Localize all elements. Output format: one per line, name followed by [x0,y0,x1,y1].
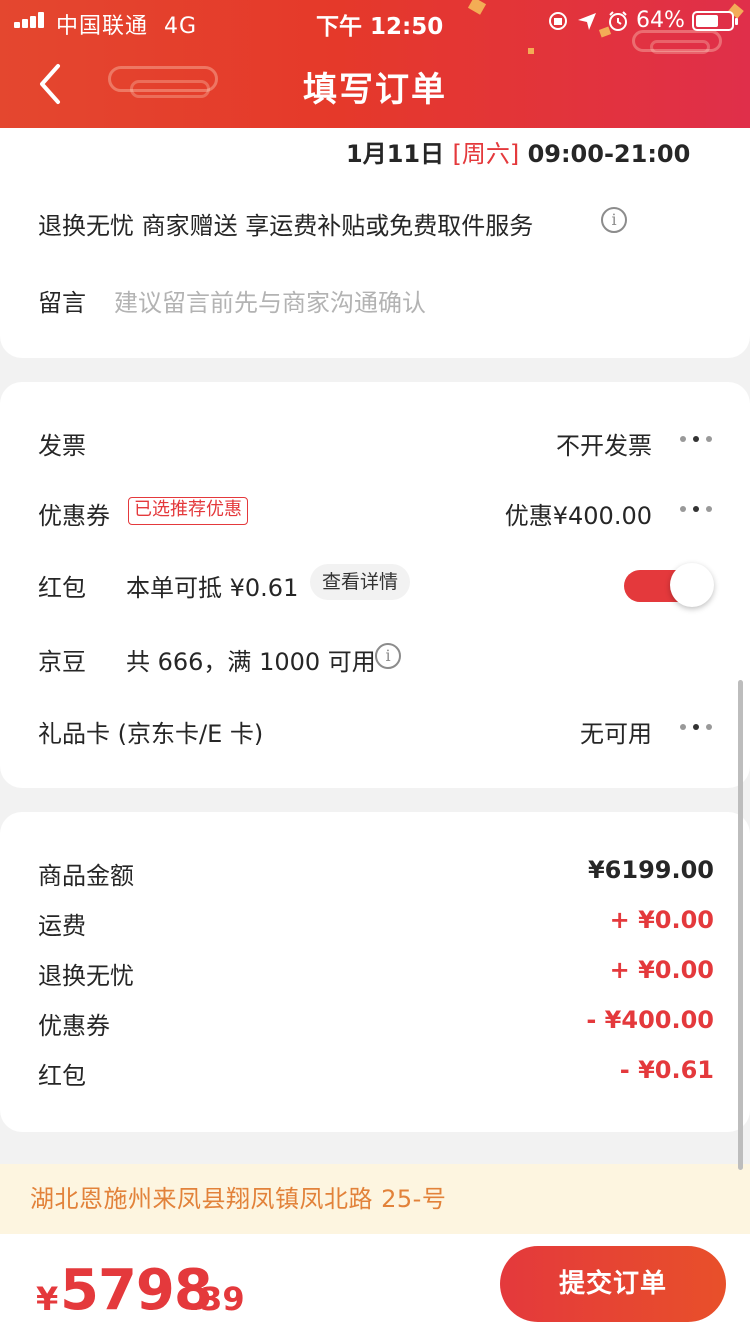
status-bar: 中国联通 4G 下午 12:50 64% [0,0,750,40]
signal-icon [14,12,48,28]
summary-value: + ¥0.00 [609,956,714,984]
delivery-time-range: 09:00-21:00 [527,140,691,168]
summary-label: 红包 [38,1062,86,1090]
summary-value: ¥6199.00 [587,856,714,884]
summary-row: 优惠券 - ¥400.00 [38,1006,714,1040]
battery-percent: 64% [636,8,685,33]
page-header: 中国联通 4G 下午 12:50 64% 填写订单 [0,0,750,128]
coupon-tag: 已选推荐优惠 [128,497,248,525]
delivery-date: 1月11日 [346,140,445,168]
jingdou-label: 京豆 [38,648,86,676]
gift-card-more-icon[interactable] [678,722,714,732]
status-icons [549,11,627,31]
message-input[interactable]: 建议留言前先与商家沟通确认 [114,283,426,318]
carrier-label: 中国联通 4G [56,14,198,39]
summary-value: + ¥0.00 [609,906,714,934]
options-card: 发票 不开发票 优惠券 已选推荐优惠 优惠¥400.00 红包 本单可抵 ¥0.… [0,382,750,788]
total-currency: ¥ [36,1280,59,1318]
summary-row: 商品金额 ¥6199.00 [38,856,714,890]
message-label: 留言 [38,289,86,317]
red-packet-desc: 本单可抵 ¥0.61 [126,574,299,602]
invoice-label: 发票 [38,432,86,460]
info-icon[interactable]: i [375,643,401,669]
delivery-card: 1月11日 [周六] 09:00-21:00 退换无忧 商家赠送 享运费补贴或免… [0,100,750,358]
summary-label: 运费 [38,912,86,940]
summary-row: 红包 - ¥0.61 [38,1056,714,1090]
bottom-bar: ¥ 5798 .39 提交订单 [0,1234,750,1334]
page-title: 填写订单 [303,70,447,110]
summary-label: 商品金额 [38,862,134,890]
invoice-value[interactable]: 不开发票 [556,426,652,461]
coupon-label: 优惠券 [38,502,110,530]
alarm-icon [609,11,627,31]
status-time: 下午 12:50 [316,14,444,40]
total-decimal: .39 [188,1280,245,1318]
submit-order-button[interactable]: 提交订单 [500,1246,726,1322]
coupon-value[interactable]: 优惠¥400.00 [505,496,652,531]
invoice-more-icon[interactable] [678,434,714,444]
service-text: 退换无忧 商家赠送 享运费补贴或免费取件服务 [38,212,534,240]
toggle-knob [670,563,714,607]
summary-row: 退换无忧 + ¥0.00 [38,956,714,990]
delivery-time[interactable]: 1月11日 [周六] 09:00-21:00 [346,134,690,169]
header-decoration [650,40,710,54]
red-packet-toggle[interactable] [624,563,714,609]
address-bar[interactable]: 湖北恩施州来凤县翔凤镇凤北路 25-号 [0,1164,750,1234]
summary-label: 退换无忧 [38,962,134,990]
summary-value: - ¥400.00 [586,1006,714,1034]
gift-card-value[interactable]: 无可用 [580,714,652,749]
delivery-weekday: [周六] [452,140,520,168]
jingdou-desc: 共 666，满 1000 可用 [126,648,376,676]
red-packet-label: 红包 [38,574,86,602]
confetti-decoration [528,48,534,54]
red-packet-detail-button[interactable]: 查看详情 [310,564,411,600]
battery-fill [696,15,718,27]
battery-icon [692,11,738,31]
location-icon [578,13,596,30]
summary-row: 运费 + ¥0.00 [38,906,714,940]
coupon-more-icon[interactable] [678,504,714,514]
gift-card-label: 礼品卡 (京东卡/E 卡) [38,720,264,748]
summary-label: 优惠券 [38,1012,110,1040]
info-icon[interactable]: i [601,207,627,233]
scrollbar[interactable] [738,680,743,1170]
summary-value: - ¥0.61 [619,1056,714,1084]
rotation-lock-icon [549,12,567,30]
price-summary-card: 商品金额 ¥6199.00 运费 + ¥0.00 退换无忧 + ¥0.00 优惠… [0,812,750,1132]
